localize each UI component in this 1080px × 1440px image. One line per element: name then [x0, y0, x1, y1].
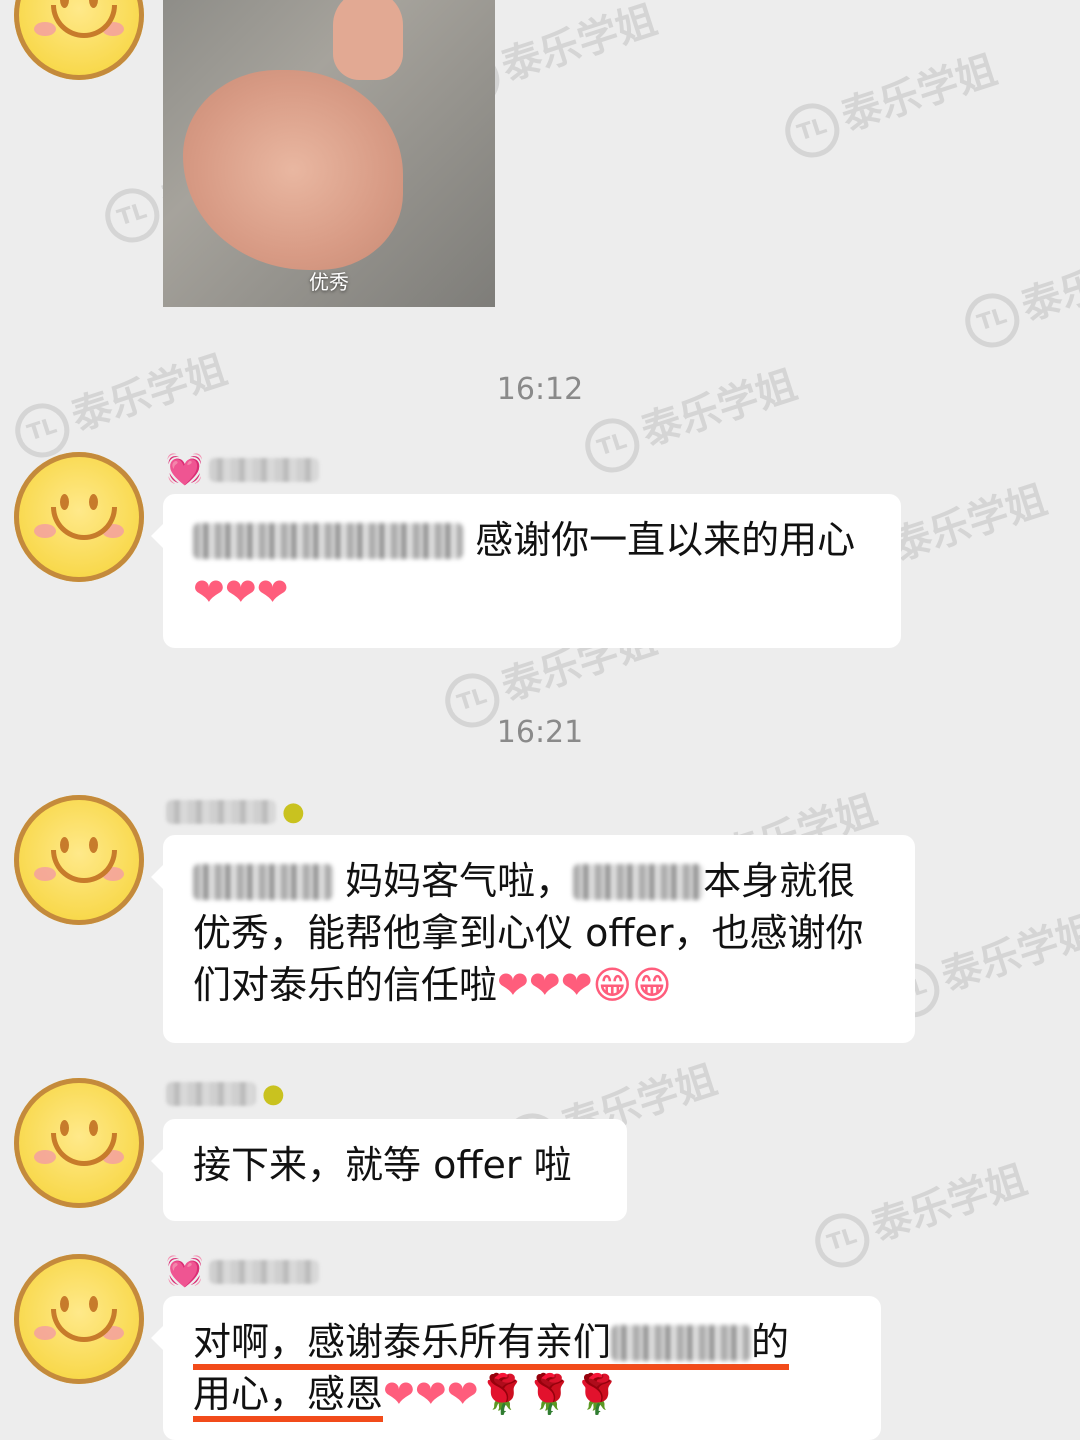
emoji-icons: ❤❤❤🌹🌹🌹	[383, 1372, 621, 1416]
message-bubble[interactable]: 对啊，感谢泰乐所有亲们 的 用心，感恩❤❤❤🌹🌹🌹	[151, 1296, 881, 1440]
message-text: 感谢你一直以来的用心	[475, 518, 856, 562]
redacted-text	[193, 864, 333, 900]
smiley-avatar-icon[interactable]	[14, 795, 144, 925]
sender-name: ●	[166, 1076, 285, 1112]
watermark: TL泰乐学姐	[956, 228, 1080, 355]
lemon-icon: ●	[282, 797, 305, 827]
redacted-text	[193, 523, 463, 559]
heart-icon: 💓	[166, 1254, 204, 1289]
thumbs-up-photo[interactable]: 优秀	[163, 0, 495, 307]
message-bubble[interactable]: 接下来，就等 offer 啦	[151, 1119, 627, 1221]
redacted-name	[209, 1260, 320, 1284]
redacted-text	[573, 864, 704, 900]
heart-icon: 💓	[166, 452, 204, 487]
timestamp: 16:12	[496, 372, 584, 407]
sender-name: ●	[166, 794, 305, 830]
photo-caption: 优秀	[309, 270, 349, 294]
message-bubble[interactable]: 感谢你一直以来的用心 ❤❤❤	[151, 494, 901, 648]
redacted-name	[166, 1082, 256, 1106]
message-text: 接下来，就等 offer 啦	[193, 1143, 572, 1187]
redacted-text	[611, 1325, 752, 1361]
watermark: TL泰乐学姐	[776, 38, 1004, 165]
lemon-icon: ●	[262, 1079, 285, 1109]
redacted-name	[209, 458, 320, 482]
smiley-avatar-icon[interactable]	[14, 452, 144, 582]
message-text: 的	[751, 1320, 790, 1364]
sender-name: 💓	[166, 452, 320, 488]
sender-name: 💓	[166, 1254, 320, 1290]
message-text: 妈妈客气啦，	[345, 859, 574, 903]
smiley-avatar-icon[interactable]	[14, 0, 144, 80]
smiley-avatar-icon[interactable]	[14, 1254, 144, 1384]
message-text: 用心，感恩	[193, 1372, 384, 1422]
emoji-icons: ❤❤❤😁😁	[497, 963, 672, 1007]
message-bubble[interactable]: 妈妈客气啦， 本身就很优秀，能帮他拿到心仪 offer，也感谢你们对泰乐的信任啦❤…	[151, 835, 915, 1043]
redacted-name	[166, 800, 276, 824]
smiley-avatar-icon[interactable]	[14, 1078, 144, 1208]
heart-emoji-icon: ❤❤❤	[193, 570, 289, 614]
message-text: 对啊，感谢泰乐所有亲们	[193, 1320, 612, 1364]
timestamp: 16:21	[496, 715, 584, 750]
watermark: TL泰乐学姐	[806, 1148, 1034, 1275]
